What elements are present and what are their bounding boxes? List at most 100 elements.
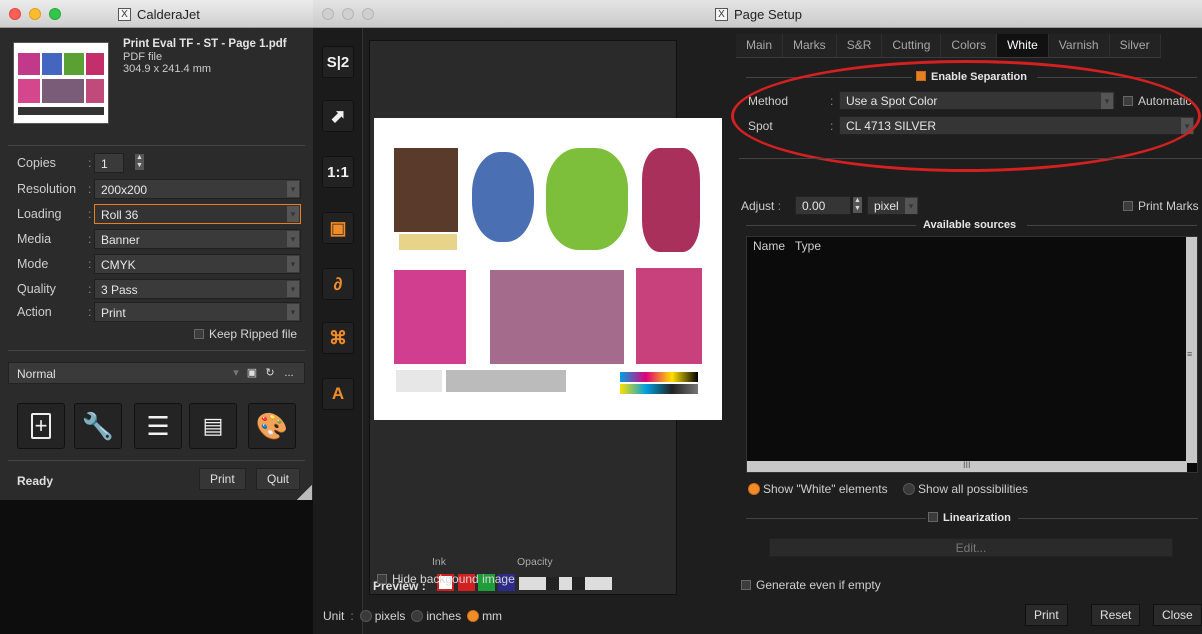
- show-white-radio[interactable]: Show "White" elements: [748, 482, 888, 496]
- quality-row: Quality : 3 Pass ▾: [0, 278, 313, 300]
- tab-cutting[interactable]: Cutting: [882, 34, 942, 57]
- chevron-down-icon: ▾: [287, 181, 299, 197]
- fit-page-tool[interactable]: ⬈: [322, 100, 354, 132]
- action-select[interactable]: Print ▾: [94, 302, 301, 322]
- mode-row: Mode : CMYK ▾: [0, 253, 313, 275]
- maximize-icon: ▣: [329, 217, 347, 238]
- unit-pixels-radio[interactable]: pixels: [359, 609, 405, 623]
- copies-stepper[interactable]: ▲ ▼: [135, 154, 144, 170]
- copies-input[interactable]: 1: [94, 153, 124, 173]
- close-window-button[interactable]: [9, 8, 21, 20]
- automatic-checkbox[interactable]: Automatic: [1123, 94, 1191, 108]
- link-icon: ∂: [333, 273, 343, 294]
- adjust-stepper[interactable]: ▲ ▼: [853, 197, 862, 213]
- swatch-fan-icon: ▤: [202, 413, 224, 438]
- queue-button[interactable]: ☰: [134, 403, 182, 449]
- hide-background-checkbox[interactable]: Hide backgound image: [377, 572, 515, 586]
- tab-colors[interactable]: Colors: [941, 34, 998, 57]
- add-file-button[interactable]: +: [17, 403, 65, 449]
- add-file-icon: +: [31, 413, 51, 439]
- tab-silver[interactable]: Silver: [1109, 34, 1161, 57]
- text-tool[interactable]: A: [322, 378, 354, 410]
- tab-white[interactable]: White: [997, 34, 1049, 57]
- chevron-down-icon: ▾: [287, 304, 299, 320]
- quality-select[interactable]: 3 Pass ▾: [94, 279, 301, 299]
- available-sources-list[interactable]: Name Type III ≡: [746, 236, 1198, 473]
- print-button[interactable]: Print: [199, 468, 246, 490]
- available-sources-title: Available sources: [923, 219, 1017, 231]
- zoom-window-button[interactable]: [49, 8, 61, 20]
- calderajet-window: X CalderaJet Print Eval TF - ST - Page 1…: [0, 0, 313, 634]
- horizontal-scrollbar[interactable]: III: [747, 460, 1187, 472]
- loading-select[interactable]: Roll 36 ▾: [94, 204, 301, 224]
- minimize-window-button[interactable]: [29, 8, 41, 20]
- adjust-unit-select[interactable]: pixel ▾: [867, 196, 919, 215]
- chevron-down-icon: ▾: [905, 198, 917, 214]
- preset-select[interactable]: Normal ▾ ▣ ↻ ...: [8, 362, 305, 384]
- center-tool[interactable]: ⌘: [322, 322, 354, 354]
- file-type: PDF file: [123, 51, 163, 63]
- settings-button[interactable]: 🔧: [74, 403, 122, 449]
- resolution-select[interactable]: 200x200 ▾: [94, 179, 301, 199]
- opacity-label: Opacity: [517, 556, 553, 568]
- wrench-icon: 🔧: [81, 410, 115, 441]
- enable-separation-checkbox[interactable]: Enable Separation: [916, 71, 1027, 83]
- action-row: Action : Print ▾: [0, 301, 313, 323]
- column-type[interactable]: Type: [795, 239, 821, 253]
- adjust-input[interactable]: 0.00: [795, 196, 851, 215]
- window-title: X CalderaJet: [118, 7, 200, 22]
- print-button[interactable]: Print: [1025, 604, 1068, 626]
- print-marks-checkbox[interactable]: Print Marks: [1123, 199, 1199, 213]
- keep-ripped-checkbox[interactable]: Keep Ripped file: [194, 327, 297, 341]
- palette-button[interactable]: 🎨: [248, 403, 296, 449]
- generate-empty-checkbox[interactable]: Generate even if empty: [741, 578, 881, 592]
- close-button[interactable]: Close: [1153, 604, 1202, 626]
- tab-main[interactable]: Main: [736, 34, 784, 57]
- preview-page: [374, 118, 722, 420]
- more-button[interactable]: ...: [282, 366, 296, 380]
- chevron-down-icon: ▾: [287, 231, 299, 247]
- zoom-window-button[interactable]: [362, 8, 374, 20]
- calderajet-titlebar: X CalderaJet: [0, 0, 313, 28]
- edit-button[interactable]: Edit...: [769, 538, 1173, 557]
- linearization-checkbox[interactable]: Linearization: [928, 512, 1011, 524]
- vertical-scrollbar[interactable]: ≡: [1186, 237, 1197, 463]
- save-icon[interactable]: ▣: [245, 366, 259, 380]
- page-setup-window: X Page Setup S|2 ⬈ 1:1 ▣ ∂ ⌘ A Ink Opaci…: [313, 0, 1202, 634]
- sources-header: Name Type: [747, 237, 1197, 255]
- quit-button[interactable]: Quit: [256, 468, 301, 490]
- tab-step-repeat[interactable]: S&R: [836, 34, 883, 57]
- reset-button[interactable]: Reset: [1091, 604, 1141, 626]
- tab-varnish[interactable]: Varnish: [1048, 34, 1110, 57]
- media-select[interactable]: Banner ▾: [94, 229, 301, 249]
- link-tool[interactable]: ∂: [322, 268, 354, 300]
- minimize-window-button[interactable]: [342, 8, 354, 20]
- resize-handle[interactable]: [296, 485, 312, 501]
- opacity-bar[interactable]: [519, 577, 612, 590]
- method-label: Method: [748, 94, 789, 108]
- mode-select[interactable]: CMYK ▾: [94, 254, 301, 274]
- unit-row: Unit: pixels inches mm: [323, 609, 503, 623]
- method-select[interactable]: Use a Spot Color ▾: [839, 91, 1115, 110]
- unit-inches-radio[interactable]: inches: [411, 609, 461, 623]
- file-name: Print Eval TF - ST - Page 1.pdf: [123, 38, 287, 50]
- show-all-radio[interactable]: Show all possibilities: [903, 482, 1028, 496]
- column-name[interactable]: Name: [753, 239, 785, 253]
- divider: [8, 460, 305, 461]
- maximize-tool[interactable]: ▣: [322, 212, 354, 244]
- close-window-button[interactable]: [322, 8, 334, 20]
- color-swatch-button[interactable]: ▤: [189, 403, 237, 449]
- spot-label: Spot: [748, 119, 773, 133]
- window-title: X Page Setup: [715, 7, 802, 22]
- step-repeat-tool[interactable]: S|2: [322, 46, 354, 78]
- actual-size-tool[interactable]: 1:1: [322, 156, 354, 188]
- tab-marks[interactable]: Marks: [783, 34, 837, 57]
- list-icon: ☰: [146, 410, 170, 441]
- chevron-down-icon: ▾: [233, 367, 239, 379]
- refresh-icon[interactable]: ↻: [263, 366, 277, 380]
- unit-mm-radio[interactable]: mm: [467, 609, 502, 623]
- ink-label: Ink: [432, 556, 447, 568]
- chevron-down-icon: ▾: [1181, 118, 1193, 134]
- spot-select[interactable]: CL 4713 SILVER ▾: [839, 116, 1195, 135]
- export-icon: ⬈: [330, 105, 346, 126]
